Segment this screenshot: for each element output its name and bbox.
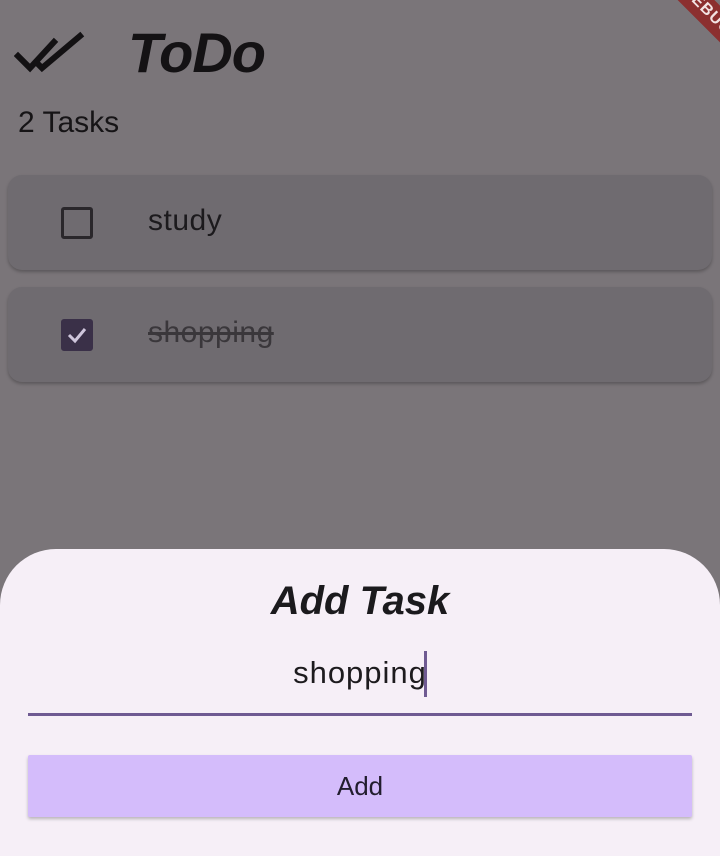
task-label: study xyxy=(148,204,223,237)
task-item-study[interactable]: study xyxy=(8,175,712,270)
task-list: study shopping xyxy=(8,175,712,399)
task-checkbox[interactable] xyxy=(61,319,93,351)
sheet-title: Add Task xyxy=(270,579,450,623)
double-check-icon xyxy=(14,31,85,73)
task-input[interactable] xyxy=(28,645,692,701)
app-header: ToDo xyxy=(0,0,720,100)
app-title: ToDo xyxy=(128,21,266,84)
task-count: 2 Tasks xyxy=(18,106,120,139)
task-input-field xyxy=(28,645,692,716)
task-item-shopping[interactable]: shopping xyxy=(8,287,712,382)
text-cursor xyxy=(424,651,427,697)
app-screen: ToDo 2 Tasks study shopping DEBUG Add Ta… xyxy=(0,0,720,856)
task-label: shopping xyxy=(148,316,274,349)
add-task-sheet: Add Task Add xyxy=(0,549,720,856)
add-button[interactable]: Add xyxy=(28,755,692,817)
check-icon xyxy=(67,328,87,344)
task-checkbox[interactable] xyxy=(61,207,93,239)
